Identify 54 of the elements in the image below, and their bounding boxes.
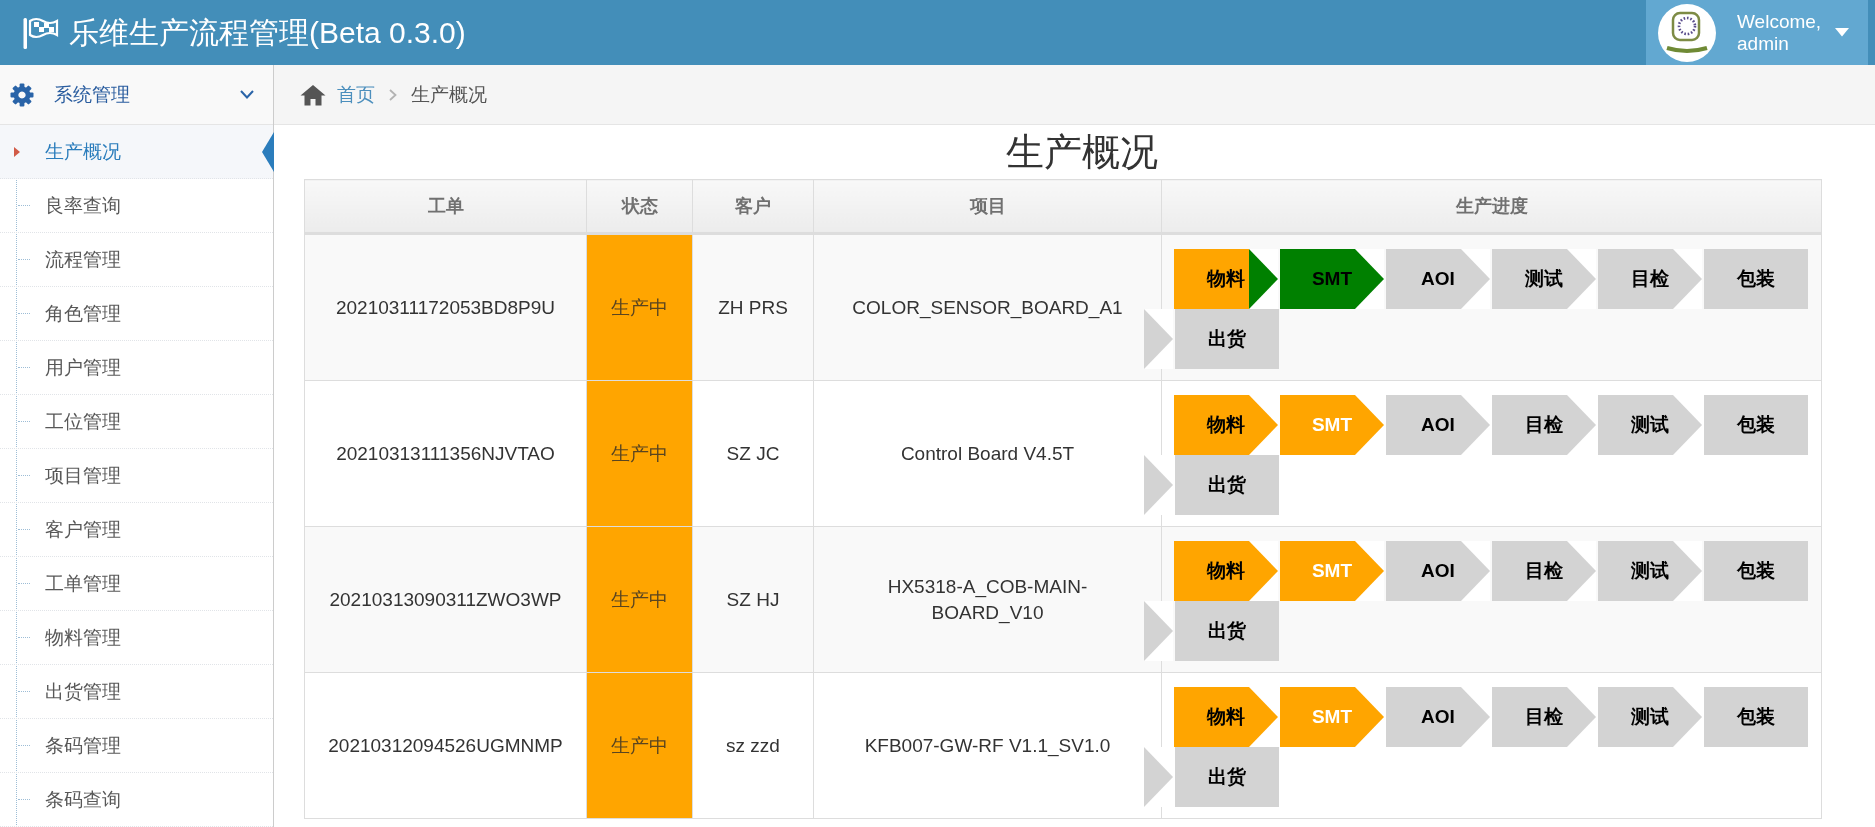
process-step: 出货 xyxy=(1175,601,1279,661)
process-step: 包装 xyxy=(1704,395,1808,455)
status-cell: 生产中 xyxy=(586,233,693,381)
settings-icon xyxy=(10,82,34,107)
table-cell: 20210313090311ZWO3WP xyxy=(304,526,587,673)
caret-down-icon xyxy=(1835,28,1849,37)
sidebar-item[interactable]: 良率查询 xyxy=(0,179,273,233)
flag-icon xyxy=(23,16,59,49)
table-cell: SZ JC xyxy=(692,380,814,527)
column-header: 状态 xyxy=(586,179,693,234)
sidebar-item[interactable]: 用户管理 xyxy=(0,341,273,395)
sidebar-item[interactable]: 项目管理 xyxy=(0,449,273,503)
sidebar-item[interactable]: 流程管理 xyxy=(0,233,273,287)
page-title: 生产概况 xyxy=(1005,130,1159,175)
caret-icon xyxy=(14,146,20,157)
menu-group-header[interactable]: 系统管理 xyxy=(0,65,273,125)
sidebar-item[interactable]: 客户管理 xyxy=(0,503,273,557)
process-step: 包装 xyxy=(1704,541,1808,601)
sidebar-item[interactable]: 条码管理 xyxy=(0,719,273,773)
sidebar-item[interactable]: 工位管理 xyxy=(0,395,273,449)
sidebar-item[interactable]: 出货管理 xyxy=(0,665,273,719)
app-title: 乐维生产流程管理(Beta 0.3.0) xyxy=(69,17,466,48)
sidebar-item[interactable]: 工单管理 xyxy=(0,557,273,611)
column-header: 客户 xyxy=(692,179,814,234)
status-cell: 生产中 xyxy=(586,672,693,819)
home-icon xyxy=(300,83,326,106)
sidebar-item[interactable]: 条码查询 xyxy=(0,773,273,827)
process-step: 出货 xyxy=(1175,747,1279,807)
process-step: 出货 xyxy=(1175,455,1279,515)
status-cell: 生产中 xyxy=(586,380,693,527)
table-cell: ZH PRS xyxy=(692,233,814,381)
column-header: 生产进度 xyxy=(1161,179,1822,234)
sidebar-item[interactable]: 物料管理 xyxy=(0,611,273,665)
status-cell: 生产中 xyxy=(586,526,693,673)
process-step: 出货 xyxy=(1175,309,1279,369)
column-header: 工单 xyxy=(304,179,587,234)
table-cell: SZ HJ xyxy=(692,526,814,673)
table-cell: Control Board V4.5T xyxy=(813,380,1162,527)
process-step: 包装 xyxy=(1704,687,1808,747)
chevron-right-icon xyxy=(389,88,397,101)
table-cell: 20210313111356NJVTAO xyxy=(304,380,587,527)
process-step: 包装 xyxy=(1704,249,1808,309)
table-cell: COLOR_SENSOR_BOARD_A1 xyxy=(813,233,1162,381)
table-cell: KFB007-GW-RF V1.1_SV1.0 xyxy=(813,672,1162,819)
breadcrumb-current: 生产概况 xyxy=(411,82,487,107)
avatar-icon xyxy=(1658,3,1716,62)
sidebar-item[interactable]: 生产概况 xyxy=(0,125,273,179)
sidebar-item[interactable]: 角色管理 xyxy=(0,287,273,341)
table-cell: 20210311172053BD8P9U xyxy=(304,233,587,381)
table-cell: 20210312094526UGMNMP xyxy=(304,672,587,819)
table-cell: sz zzd xyxy=(692,672,814,819)
table-cell: HX5318-A_COB-MAIN-BOARD_V10 xyxy=(813,526,1162,673)
column-header: 项目 xyxy=(813,179,1162,234)
pointer-icon xyxy=(262,132,274,172)
